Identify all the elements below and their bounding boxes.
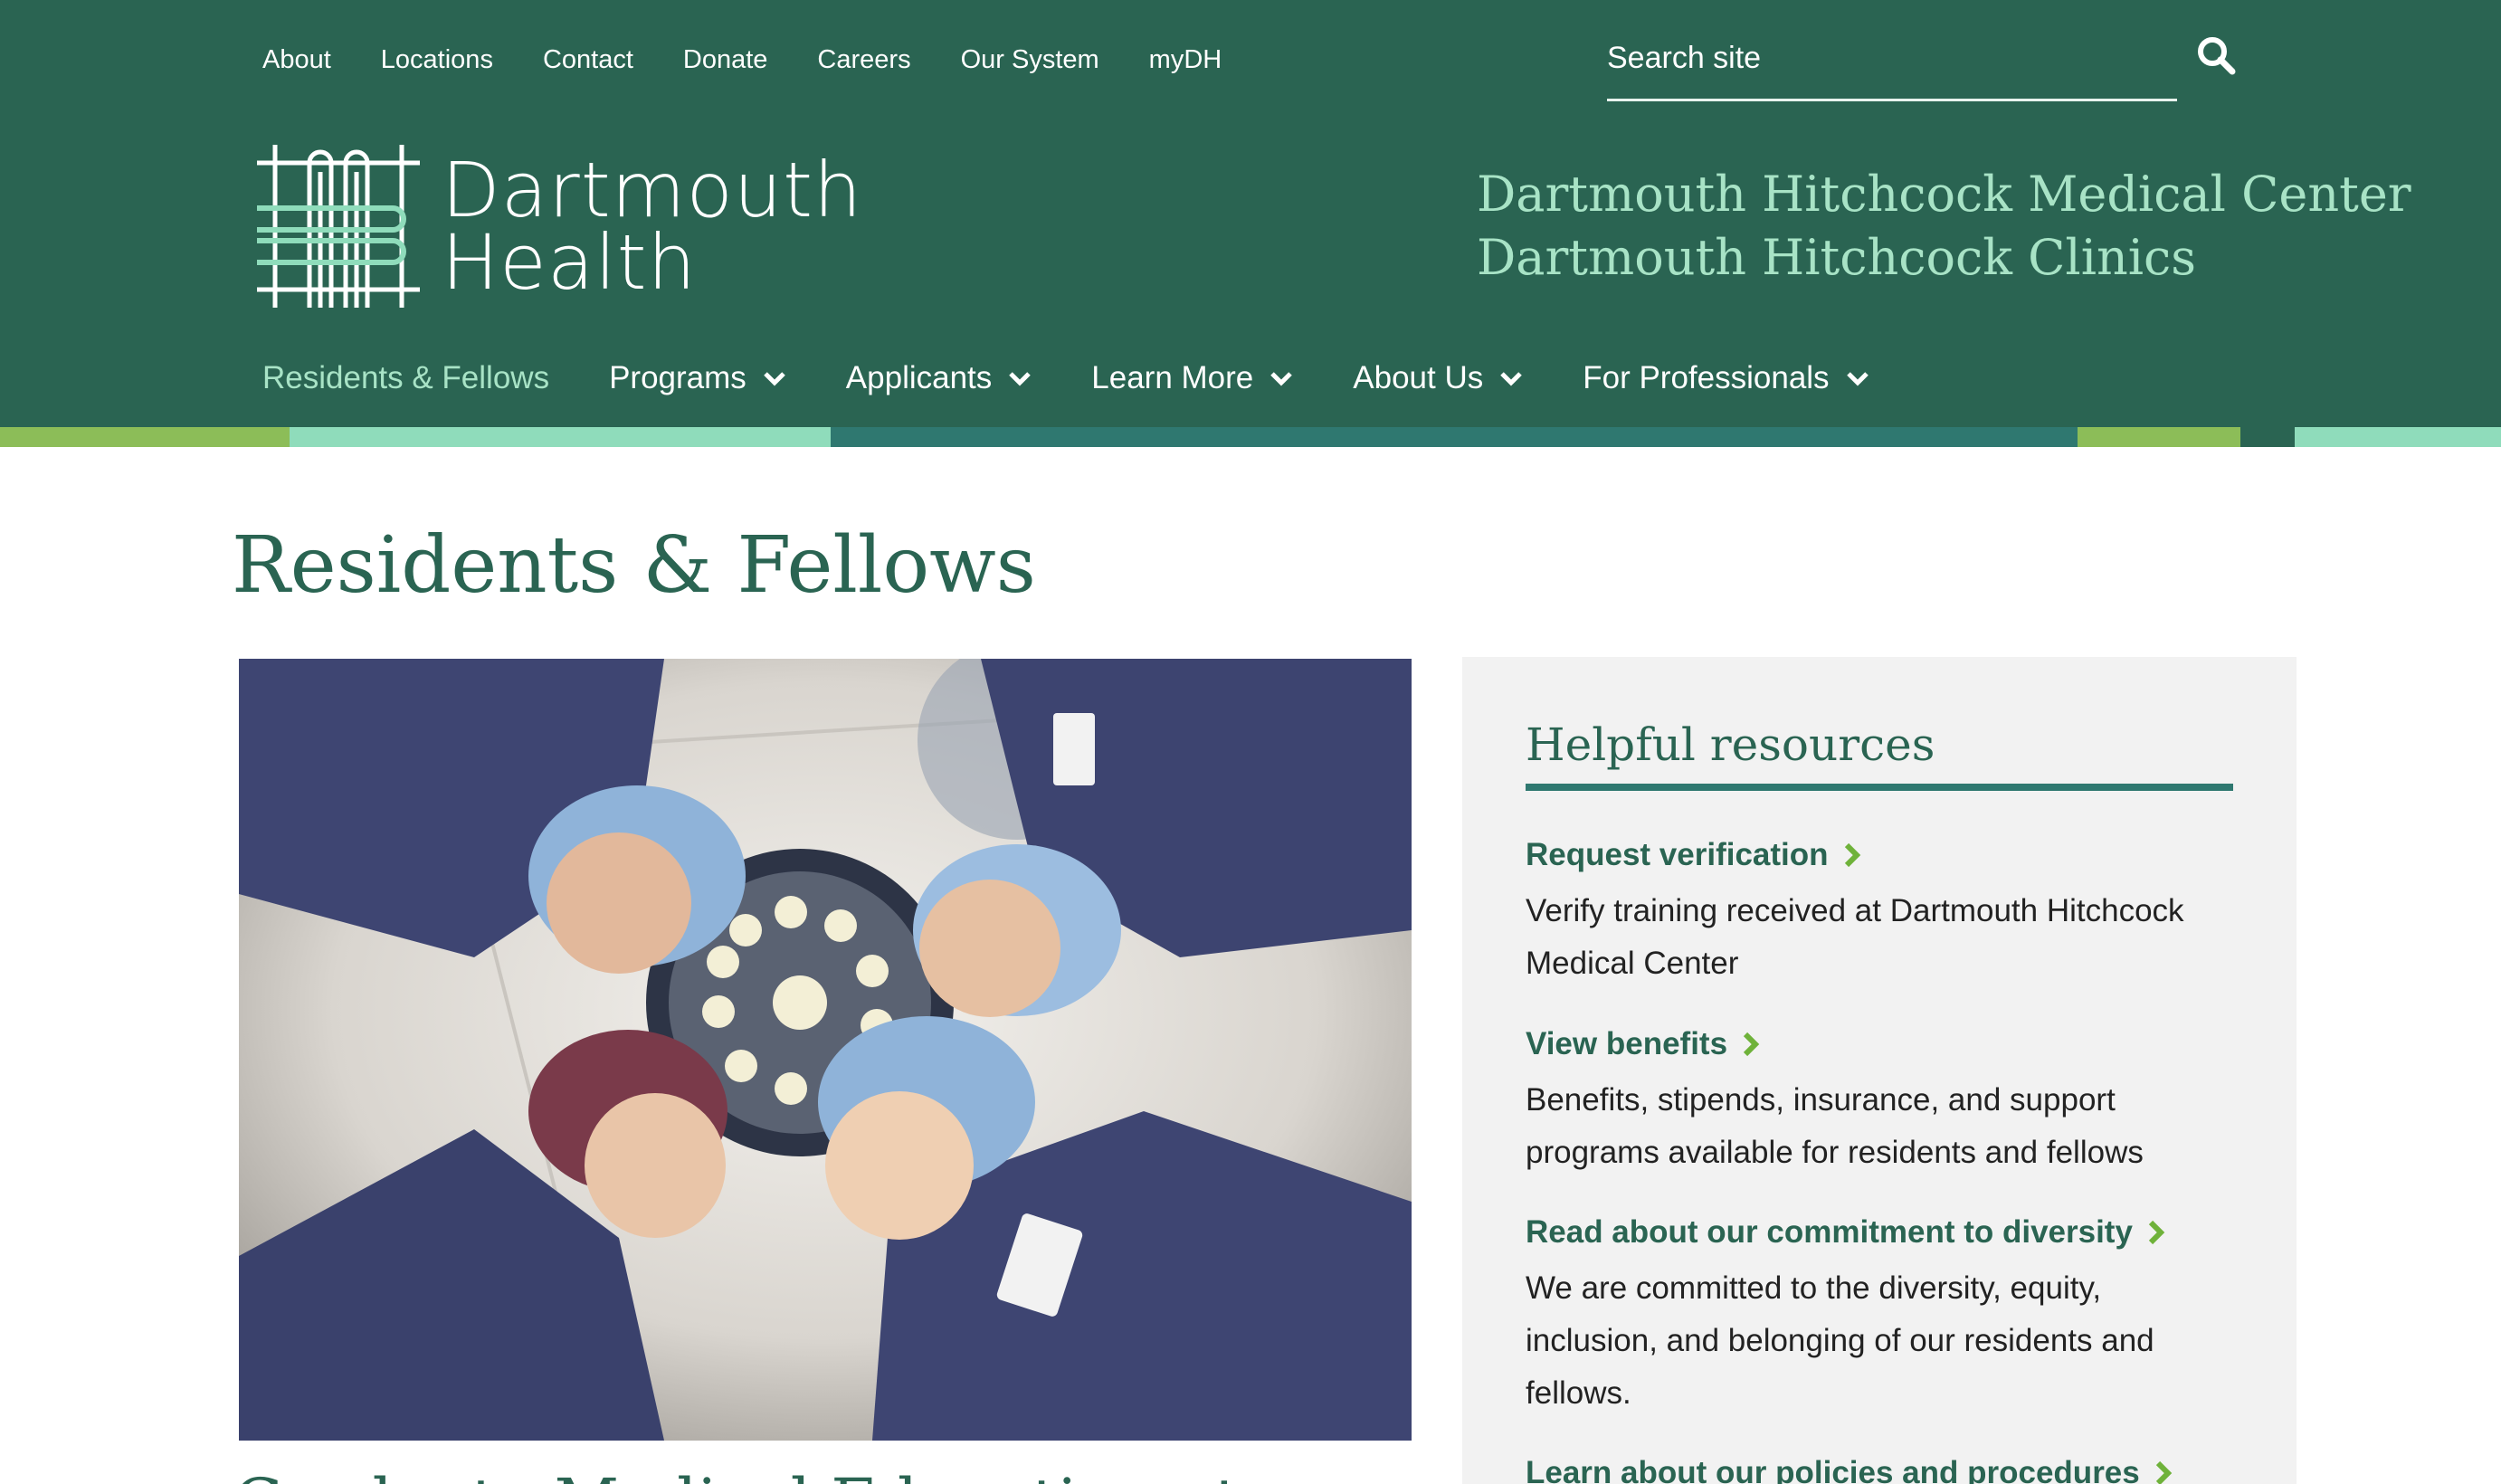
color-bar-segment	[2078, 427, 2240, 447]
nav-label: Programs	[609, 360, 746, 395]
site-header: About Locations Contact Donate Careers O…	[0, 0, 2501, 427]
utility-link-mydh[interactable]: myDH	[1149, 43, 1222, 76]
resource-item: Read about our commitment to diversity W…	[1526, 1210, 2240, 1420]
resource-link-label: Request verification	[1526, 837, 1829, 872]
request-verification-link[interactable]: Request verification	[1526, 832, 2240, 878]
search-icon	[2198, 37, 2236, 75]
resource-item: Request verification Verify training rec…	[1526, 832, 2240, 990]
resource-description: Verify training received at Dartmouth Hi…	[1526, 893, 2184, 981]
sidebar-title-rule	[1526, 784, 2233, 791]
resource-description: We are committed to the diversity, equit…	[1526, 1270, 2154, 1411]
nav-label: Learn More	[1091, 360, 1254, 395]
diversity-commitment-link[interactable]: Read about our commitment to diversity	[1526, 1210, 2240, 1255]
color-bar-segment	[2295, 427, 2501, 447]
utility-link-contact[interactable]: Contact	[543, 43, 633, 76]
utility-nav: About Locations Contact Donate Careers O…	[262, 43, 1271, 76]
view-benefits-link[interactable]: View benefits	[1526, 1022, 2240, 1067]
utility-link-donate[interactable]: Donate	[683, 43, 768, 76]
policies-procedures-link[interactable]: Learn about our policies and procedures	[1526, 1451, 2240, 1484]
utility-link-locations[interactable]: Locations	[381, 43, 493, 76]
sidebar-title: Helpful resources	[1526, 718, 1935, 771]
resource-item: Learn about our policies and procedures	[1526, 1451, 2240, 1484]
utility-link-about[interactable]: About	[262, 43, 331, 76]
main-nav: Residents & Fellows Programs Applicants …	[262, 357, 1929, 400]
affiliate-names: Dartmouth Hitchcock Medical Center Dartm…	[1477, 163, 2411, 290]
nav-for-professionals[interactable]: For Professionals	[1583, 357, 1869, 400]
resource-description: Benefits, stipends, insurance, and suppo…	[1526, 1082, 2144, 1170]
nav-learn-more[interactable]: Learn More	[1091, 357, 1293, 400]
resource-link-label: View benefits	[1526, 1026, 1728, 1061]
color-bar-segment	[2240, 427, 2295, 447]
nav-residents-fellows[interactable]: Residents & Fellows	[262, 357, 549, 400]
utility-link-careers[interactable]: Careers	[817, 43, 910, 76]
chevron-down-icon	[764, 372, 785, 386]
page-title: Residents & Fellows	[232, 520, 1036, 611]
section-heading: Graduate Medical Education at	[233, 1466, 1240, 1484]
search-input[interactable]	[1607, 33, 2114, 83]
nav-applicants[interactable]: Applicants	[846, 357, 1032, 400]
resource-link-label: Learn about our policies and procedures	[1526, 1455, 2140, 1484]
hero-image	[239, 659, 1412, 1441]
chevron-right-icon	[1743, 1032, 1760, 1057]
utility-link-our-system[interactable]: Our System	[961, 43, 1099, 76]
affiliate-dhmc[interactable]: Dartmouth Hitchcock Medical Center	[1477, 163, 2411, 226]
logo-line-dartmouth: Dartmouth	[442, 146, 863, 234]
dartmouth-health-logo-icon	[257, 145, 420, 308]
chevron-right-icon	[2155, 1460, 2172, 1484]
nav-label: For Professionals	[1583, 360, 1830, 395]
chevron-down-icon	[1500, 372, 1523, 386]
logo-wordmark: Dartmouth Health	[442, 146, 863, 307]
color-bar-segment	[0, 427, 290, 447]
chevron-right-icon	[1844, 842, 1860, 868]
nav-about-us[interactable]: About Us	[1353, 357, 1523, 400]
search-box	[1607, 33, 2177, 101]
nav-programs[interactable]: Programs	[609, 357, 786, 400]
photo-surgeons-icon	[239, 659, 1412, 1441]
chevron-down-icon	[1009, 372, 1032, 386]
resource-item: View benefits Benefits, stipends, insura…	[1526, 1022, 2240, 1179]
nav-label: About Us	[1353, 360, 1484, 395]
nav-label: Applicants	[845, 360, 993, 395]
affiliate-clinics[interactable]: Dartmouth Hitchcock Clinics	[1477, 226, 2411, 290]
nav-label: Residents & Fellows	[262, 360, 550, 395]
color-bar-segment	[831, 427, 2078, 447]
logo-line-health: Health	[442, 218, 697, 307]
chevron-down-icon	[1846, 372, 1869, 386]
chevron-down-icon	[1270, 372, 1293, 386]
helpful-resources-panel: Helpful resources Request verification V…	[1462, 657, 2297, 1484]
chevron-right-icon	[2148, 1220, 2165, 1245]
site-logo[interactable]: Dartmouth Health	[257, 145, 862, 308]
resource-link-label: Read about our commitment to diversity	[1526, 1214, 2133, 1250]
search-button[interactable]	[2195, 34, 2237, 76]
color-bar-segment	[290, 427, 831, 447]
